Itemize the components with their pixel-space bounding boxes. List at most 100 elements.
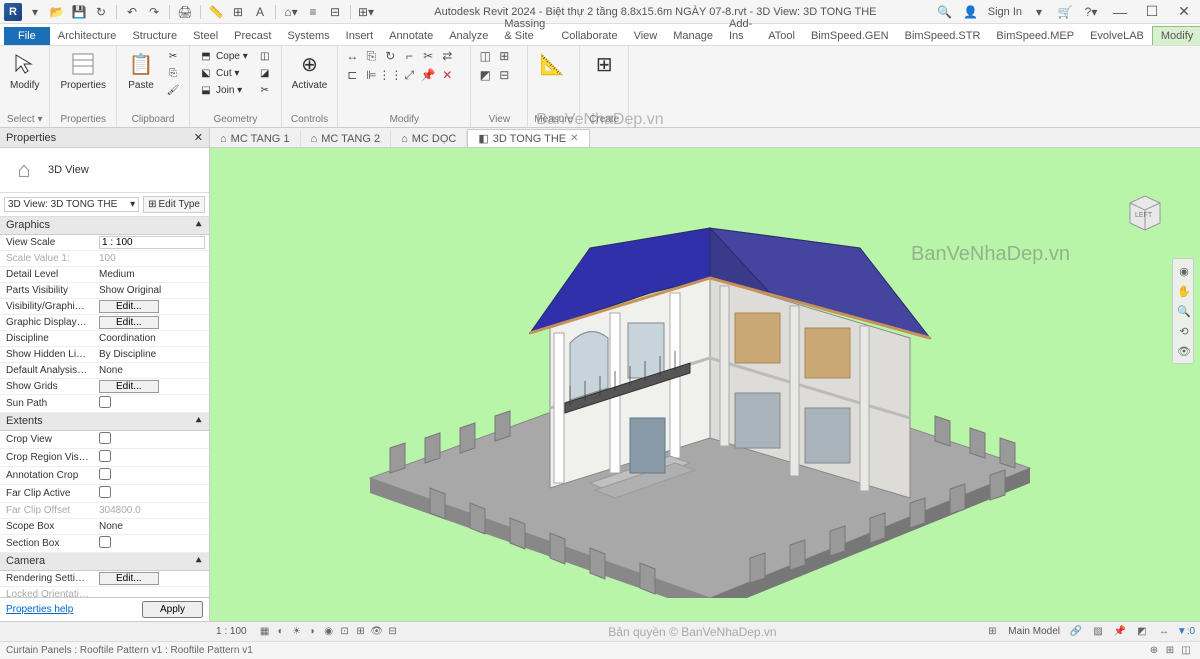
tab-addins[interactable]: Add-Ins: [721, 15, 760, 45]
worksets-icon[interactable]: ⊞: [984, 624, 1000, 640]
view-cube[interactable]: LEFT: [1120, 188, 1170, 238]
move-icon[interactable]: ↔: [344, 48, 360, 64]
prop-edit-button[interactable]: Edit...: [99, 300, 159, 313]
tab-structure[interactable]: Structure: [124, 27, 185, 45]
copy-mod-icon[interactable]: ⎘: [363, 48, 379, 64]
pan-icon[interactable]: ✋: [1175, 282, 1193, 300]
delete-icon[interactable]: ✕: [439, 67, 455, 83]
cut-geom-button[interactable]: ⬕Cut ▾: [196, 65, 251, 81]
prop-section-header[interactable]: Graphics⯅: [0, 217, 209, 235]
close-button[interactable]: ✕: [1172, 3, 1196, 21]
tab-precast[interactable]: Precast: [226, 27, 279, 45]
view-tab-mctang2[interactable]: ⌂MC TANG 2: [301, 131, 392, 147]
maximize-button[interactable]: ☐: [1140, 3, 1164, 21]
prop-checkbox[interactable]: [99, 468, 111, 480]
prop-checkbox[interactable]: [99, 486, 111, 498]
align-icon[interactable]: ⊞: [229, 3, 247, 21]
main-model-selector[interactable]: Main Model: [1008, 626, 1060, 637]
join-button[interactable]: ⬓Join ▾: [196, 82, 251, 98]
prop-section-header[interactable]: Camera⯅: [0, 553, 209, 571]
app-exchange-icon[interactable]: ▾: [1030, 3, 1048, 21]
tab-close-icon[interactable]: ✕: [570, 133, 578, 144]
tab-systems[interactable]: Systems: [279, 27, 337, 45]
array-icon[interactable]: ⋮⋮: [382, 67, 398, 83]
apply-button[interactable]: Apply: [142, 601, 203, 618]
trim-icon[interactable]: ⌐: [401, 48, 417, 64]
offset-icon[interactable]: ⊏: [344, 67, 360, 83]
scale-display[interactable]: 1 : 100: [216, 626, 247, 637]
align-mod-icon[interactable]: ⊫: [363, 67, 379, 83]
properties-help-link[interactable]: Properties help: [6, 604, 73, 615]
mirror-icon[interactable]: ⇄: [439, 48, 455, 64]
detail-level-icon[interactable]: ▦: [257, 624, 273, 640]
print-icon[interactable]: 🖨: [176, 3, 194, 21]
measure-button[interactable]: 📐: [534, 48, 570, 80]
crop-vis-icon[interactable]: ⊞: [353, 624, 369, 640]
look-icon[interactable]: 👁: [1175, 342, 1193, 360]
view-tab-3d[interactable]: ◧3D TONG THE✕: [467, 129, 589, 147]
paste-button[interactable]: 📋 Paste: [123, 48, 159, 93]
tab-view[interactable]: View: [626, 27, 666, 45]
prop-input[interactable]: [99, 236, 205, 249]
sun-path-icon[interactable]: ☀: [289, 624, 305, 640]
tab-architecture[interactable]: Architecture: [50, 27, 125, 45]
prop-checkbox[interactable]: [99, 450, 111, 462]
minimize-button[interactable]: —: [1108, 3, 1132, 21]
modify-button[interactable]: Modify: [6, 48, 43, 93]
crop-icon[interactable]: ⊡: [337, 624, 353, 640]
qat-dropdown[interactable]: ▾: [26, 3, 44, 21]
tab-modify[interactable]: Modify: [1152, 26, 1200, 45]
instance-selector[interactable]: 3D View: 3D TONG THE▾: [4, 197, 139, 212]
view-tool-2[interactable]: ⊞: [496, 48, 512, 64]
geom-tool-3[interactable]: ✂: [255, 82, 275, 98]
save-icon[interactable]: 💾: [70, 3, 88, 21]
cut-button[interactable]: ✂: [163, 48, 183, 64]
activate-button[interactable]: ⊕ Activate: [288, 48, 332, 93]
orbit-icon[interactable]: ⟲: [1175, 322, 1193, 340]
rendering-icon[interactable]: ◉: [321, 624, 337, 640]
tab-steel[interactable]: Steel: [185, 27, 226, 45]
tab-bimspeed-mep[interactable]: BimSpeed.MEP: [988, 27, 1082, 45]
pin-icon[interactable]: 📌: [420, 67, 436, 83]
redo-icon[interactable]: ↷: [145, 3, 163, 21]
prop-value[interactable]: None: [95, 520, 209, 533]
reveal-icon[interactable]: ⊟: [385, 624, 401, 640]
view-tool-3[interactable]: ◩: [477, 67, 493, 83]
tab-annotate[interactable]: Annotate: [381, 27, 441, 45]
view-tool-4[interactable]: ⊟: [496, 67, 512, 83]
home-icon[interactable]: ⌂▾: [282, 3, 300, 21]
file-tab[interactable]: File: [4, 27, 50, 45]
split-icon[interactable]: ✂: [420, 48, 436, 64]
tab-bimspeed-gen[interactable]: BimSpeed.GEN: [803, 27, 897, 45]
copy-button[interactable]: ⎘: [163, 65, 183, 81]
unhide-icon[interactable]: 👁: [369, 624, 385, 640]
switch-icon[interactable]: ⊞▾: [357, 3, 375, 21]
sb-icon-3[interactable]: ◫: [1178, 643, 1194, 659]
select-underlay-icon[interactable]: ▨: [1090, 624, 1106, 640]
3d-viewport[interactable]: LEFT ◉ ✋ 🔍 ⟲ 👁: [210, 148, 1200, 621]
view-tab-mcdoc[interactable]: ⌂MC DỌC: [391, 131, 467, 147]
cart-icon[interactable]: 🛒: [1056, 3, 1074, 21]
text-icon[interactable]: A: [251, 3, 269, 21]
cope-button[interactable]: ⬒Cope ▾: [196, 48, 251, 64]
search-icon[interactable]: 🔍: [936, 3, 954, 21]
user-icon[interactable]: 👤: [962, 3, 980, 21]
prop-value[interactable]: Medium: [95, 268, 209, 281]
open-icon[interactable]: 📂: [48, 3, 66, 21]
tab-insert[interactable]: Insert: [338, 27, 382, 45]
edit-type-button[interactable]: ⊞ Edit Type: [143, 196, 205, 213]
zoom-icon[interactable]: 🔍: [1175, 302, 1193, 320]
prop-value[interactable]: Coordination: [95, 332, 209, 345]
prop-checkbox[interactable]: [99, 396, 111, 408]
drag-icon[interactable]: ↔: [1156, 624, 1172, 640]
select-face-icon[interactable]: ◩: [1134, 624, 1150, 640]
prop-checkbox[interactable]: [99, 432, 111, 444]
tab-collaborate[interactable]: Collaborate: [553, 27, 625, 45]
geom-tool-1[interactable]: ◫: [255, 48, 275, 64]
prop-value[interactable]: Show Original: [95, 284, 209, 297]
close-views-icon[interactable]: ⊟: [326, 3, 344, 21]
sb-icon-2[interactable]: ⊞: [1162, 643, 1178, 659]
prop-edit-button[interactable]: Edit...: [99, 380, 159, 393]
prop-value[interactable]: None: [95, 364, 209, 377]
select-links-icon[interactable]: 🔗: [1068, 624, 1084, 640]
